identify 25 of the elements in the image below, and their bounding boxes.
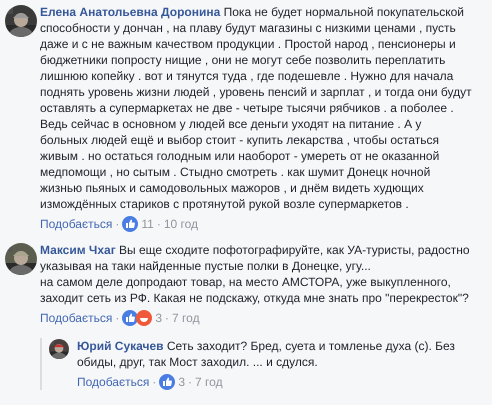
timestamp: 10 год xyxy=(164,216,198,232)
like-link[interactable]: Подобається xyxy=(40,310,112,326)
thumbs-up-icon xyxy=(122,310,138,326)
separator: · xyxy=(165,310,170,326)
laughing-face-icon xyxy=(136,310,152,326)
author-link[interactable]: Максим Чхаг xyxy=(40,243,116,257)
comment-text: Максим Чхаг Вы еще сходите пофотографируйте, как УА-туристы, радостно указывая на таки найденные пустые полки в Донецке, угу... на самом деле допродают товар, на место АМСТОРА, уже выкупленного, заходит сеть из РФ. Какая не подскажу, откуда мне знать про "перекресток"? xyxy=(40,242,471,306)
thumbs-up-icon xyxy=(122,216,138,232)
thumbs-up-icon xyxy=(159,374,176,390)
reaction-count: 3 xyxy=(178,374,186,390)
reaction-count: 11 xyxy=(141,216,154,232)
comment-text: Елена Анатольевна Доронина Пока не будет нормальной покупательской способности у дончан , на плаву будут магазины с низкими ценами , пусть даже и с не важным качеством продукции . Простой народ , пенсионеры и бюджетники попросту нищие , они не могут себе позволить переплатить лишнюю копейку . вот и тянутся туда , где подешевле . Нужно для начала поднять уровень жизни людей , уровень пенсий и зарплат , и тогда они будут оставлять а супермаркетах не две - четыре тысячи рябчиков . а поболее . Ведь сейчас в основном у людей все деньги уходят на питание . А у больных людей ещё и выбор стоит - купить лекарства , чтобы остаться живым . но остаться голодным или наоборот - умереть от не оказанной медпомощи , но сытым . Стыдно смотреть . как шумит Донецк ночной жизнью пьяных и самодовольных мажоров , и днём видеть худющих измождённых стариков с протянутой рукой возле супермаркетов . xyxy=(40,4,472,212)
separator: · xyxy=(115,216,120,232)
separator: · xyxy=(152,374,156,390)
reaction-count: 3 xyxy=(155,310,162,326)
separator: · xyxy=(156,216,161,232)
reply-text: Юрий Сукачев Сеть заходит? Бред, суета и томленье духа (с). Без обиды, друг, так Мост заходил. ... и сдулся. xyxy=(77,338,456,370)
separator: · xyxy=(115,310,120,326)
timestamp: 7 год xyxy=(195,374,223,390)
author-link[interactable]: Юрий Сукачев xyxy=(77,339,164,353)
author-link[interactable]: Елена Анатольевна Доронина xyxy=(40,5,220,19)
like-link[interactable]: Подобається xyxy=(77,374,150,390)
separator: · xyxy=(188,374,192,390)
like-link[interactable]: Подобається xyxy=(40,216,112,232)
timestamp: 7 год xyxy=(172,310,200,326)
